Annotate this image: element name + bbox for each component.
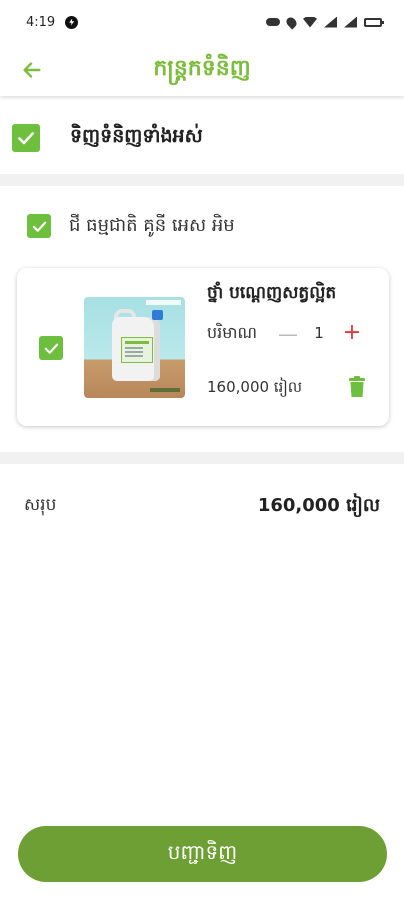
total-label: សរុប <box>24 494 57 515</box>
jug-label <box>121 337 153 363</box>
signal-icon-2 <box>344 16 357 28</box>
total-value: 160,000 រៀល <box>257 494 380 516</box>
quantity-label: បរិមាណ <box>207 323 257 342</box>
signal-icon <box>324 16 337 28</box>
section-divider-2 <box>0 452 404 464</box>
quantity-decrement-button[interactable]: — <box>278 324 298 344</box>
item-price: 160,000 រៀល <box>207 378 303 396</box>
quantity-value: 1 <box>314 324 324 342</box>
select-all-row[interactable]: ទិញទំនិញទាំងអស់ <box>0 104 404 172</box>
checkout-button[interactable]: បញ្ជាទិញ <box>18 826 387 882</box>
notification-icon <box>65 15 79 29</box>
status-left: 4:19 <box>26 14 79 30</box>
cart-item-card: ថ្នាំ បណ្តេញសត្វល្អិត បរិមាណ — 1 + 160,0… <box>17 268 389 426</box>
status-right <box>266 14 384 30</box>
battery-icon <box>364 17 384 27</box>
select-all-label: ទិញទំនិញទាំងអស់ <box>70 125 203 147</box>
wifi-icon <box>303 16 317 28</box>
product-image-brand <box>150 388 180 392</box>
quantity-increment-button[interactable]: + <box>342 322 362 344</box>
check-icon <box>32 221 46 232</box>
jug-cap <box>152 310 163 320</box>
product-name[interactable]: ថ្នាំ បណ្តេញសត្វល្អិត <box>207 282 336 307</box>
product-image-tag <box>146 300 181 305</box>
check-icon <box>18 132 34 145</box>
check-icon <box>44 343 58 354</box>
arrow-left-icon <box>23 62 41 78</box>
store-checkbox[interactable] <box>27 214 51 238</box>
vpn-key-icon <box>266 18 280 26</box>
delete-button[interactable] <box>348 376 366 398</box>
status-bar: 4:19 <box>0 0 404 44</box>
back-button[interactable] <box>18 56 46 84</box>
select-all-checkbox[interactable] <box>12 124 40 152</box>
location-icon <box>284 14 299 30</box>
store-row[interactable]: ជី ធម្មជាតិ គូនី អេស អិម <box>0 200 404 252</box>
status-time: 4:19 <box>26 14 56 30</box>
store-name: ជី ធម្មជាតិ គូនី អេស អិម <box>69 214 235 236</box>
item-checkbox[interactable] <box>39 336 63 360</box>
product-image[interactable] <box>84 297 185 398</box>
page-title: កន្ត្រកទំនិញ <box>153 56 251 81</box>
trash-icon <box>349 376 365 397</box>
total-row: សរុប 160,000 រៀល <box>0 488 404 524</box>
app-bar: កន្ត្រកទំនិញ <box>0 44 404 96</box>
section-divider <box>0 174 404 186</box>
